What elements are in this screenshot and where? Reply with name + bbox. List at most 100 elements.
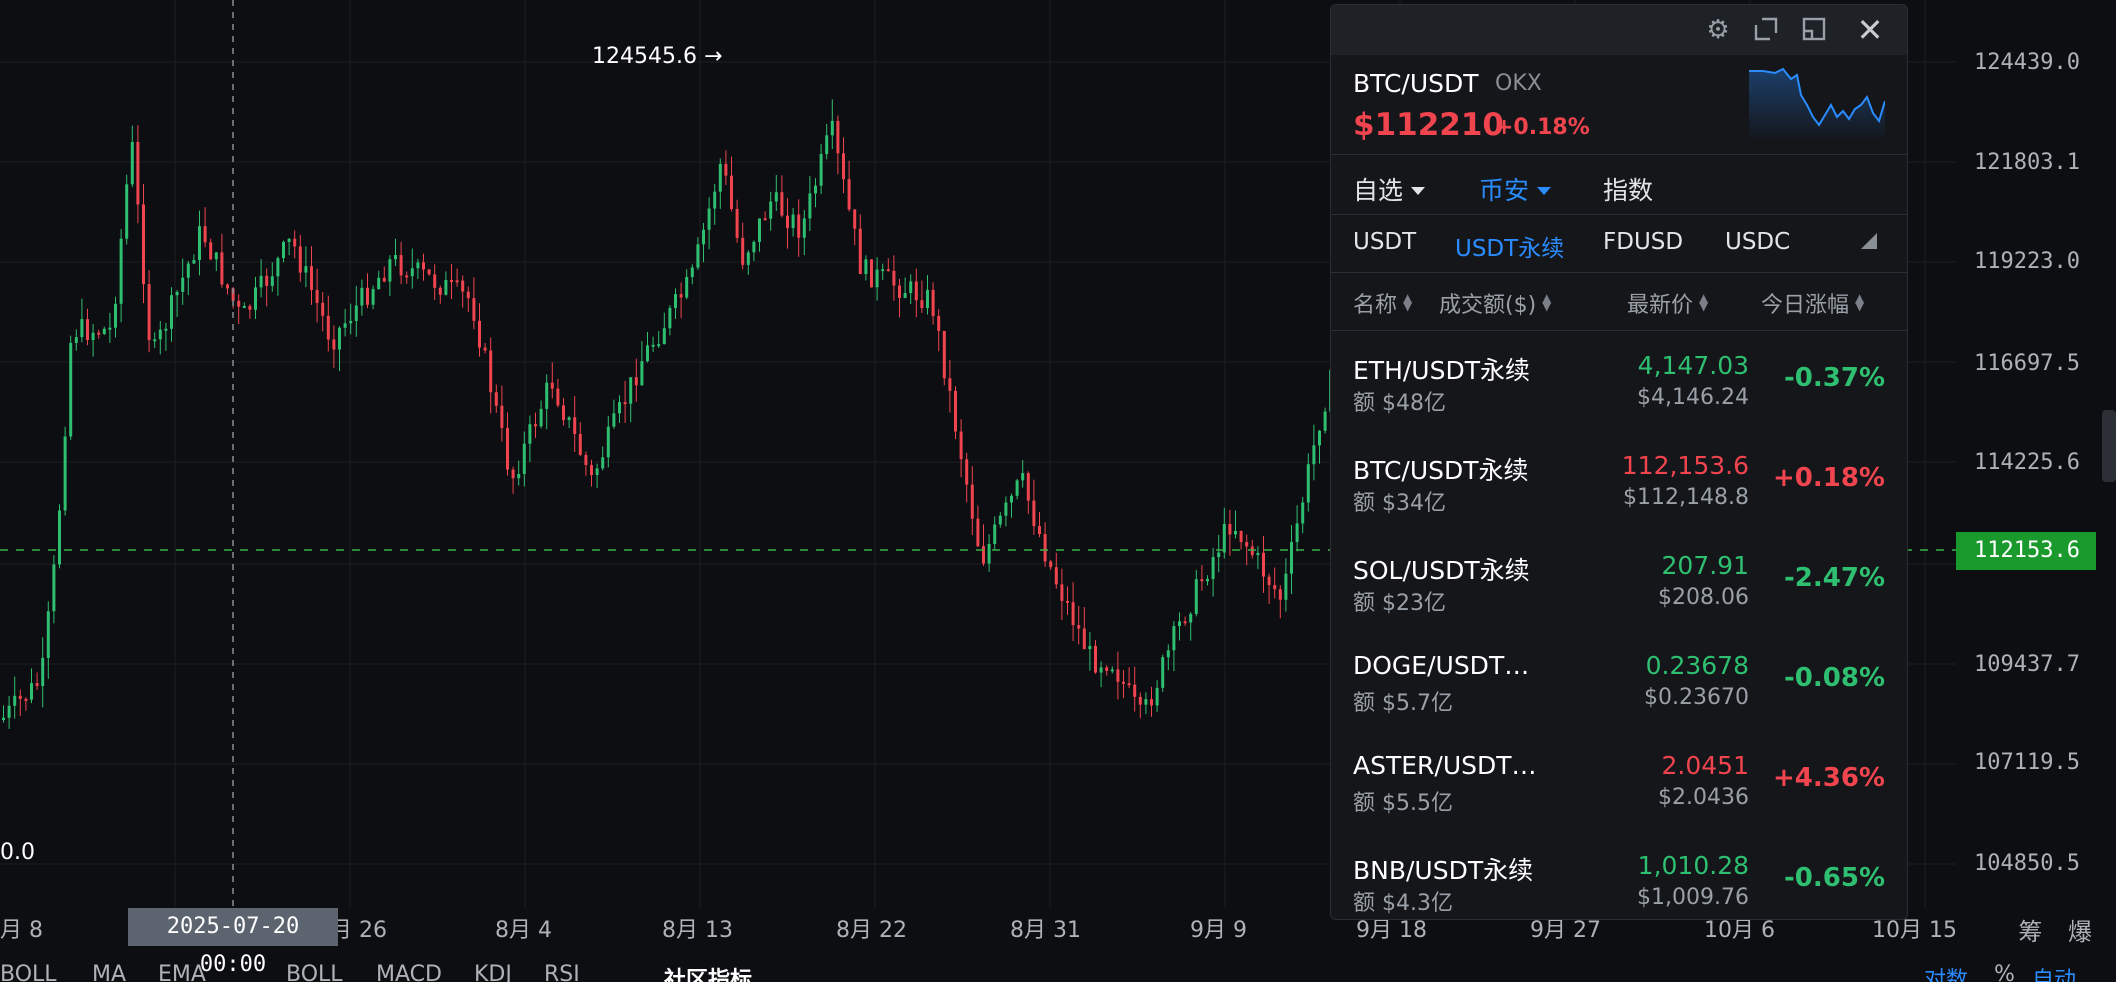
candle-body bbox=[920, 300, 924, 309]
candle-body bbox=[528, 424, 532, 444]
ticker-row[interactable]: BNB/USDT永续额 $4.3亿 1,010.28 $1,009.76 -0.65% bbox=[1331, 831, 1907, 919]
ticker-price: 2.0451 bbox=[1661, 751, 1749, 780]
indicator-macd[interactable]: MACD bbox=[376, 962, 442, 982]
log-scale-toggle[interactable]: 对数 bbox=[1924, 962, 1968, 982]
table-header: 名称 ▲ ▼ 成交额($) ▲ ▼ 最新价 ▲ ▼ 今日涨幅 ▲ ▼ bbox=[1331, 273, 1907, 331]
candle-body bbox=[478, 320, 481, 348]
liquidation-toggle[interactable]: 爆 bbox=[2068, 918, 2092, 946]
candle-body bbox=[1122, 681, 1125, 684]
candle-body bbox=[450, 280, 453, 283]
candle-body bbox=[1301, 502, 1305, 524]
col-price[interactable]: 最新价 ▲ ▼ bbox=[1627, 287, 1708, 319]
chips-toggle[interactable]: 筹 bbox=[2018, 918, 2042, 946]
price-axis-label: 107119.5 bbox=[1974, 750, 2080, 775]
candle-body bbox=[360, 287, 364, 306]
ticker-index-price: $2.0436 bbox=[1658, 785, 1749, 810]
candle-body bbox=[808, 193, 812, 219]
candle-body bbox=[892, 270, 896, 286]
ticker-name: ETH/USDT永续 bbox=[1353, 356, 1530, 385]
candle-body bbox=[842, 153, 845, 180]
candle-body bbox=[657, 344, 661, 347]
candles bbox=[2, 99, 1333, 729]
candle-body bbox=[1323, 411, 1327, 431]
market-watch-panel[interactable]: ⚙ ✕ BTC/USDT OKX $112210 +0.18% 自选 币安 指数 bbox=[1330, 4, 1908, 920]
ticker-row[interactable]: SOL/USDT永续额 $23亿 207.91 $208.06 -2.47% bbox=[1331, 531, 1907, 631]
candle-body bbox=[545, 382, 549, 409]
close-icon[interactable]: ✕ bbox=[1855, 14, 1885, 46]
candle-body bbox=[142, 204, 145, 285]
auto-scale-toggle[interactable]: 自动 bbox=[2032, 962, 2076, 982]
axis-unit-controls[interactable]: 筹 爆 bbox=[2000, 912, 2092, 947]
exchange-tabs: 自选 币安 指数 bbox=[1331, 155, 1907, 215]
candle-body bbox=[13, 695, 17, 706]
col-volume[interactable]: 成交额($) ▲ ▼ bbox=[1439, 287, 1551, 319]
candle-body bbox=[86, 319, 89, 340]
candle-body bbox=[1278, 589, 1282, 600]
more-tabs-icon[interactable] bbox=[1861, 233, 1877, 249]
time-axis-label: 月 26 bbox=[330, 918, 387, 943]
ticker-change: -0.37% bbox=[1784, 363, 1885, 393]
quote-tab-usdt-perp[interactable]: USDT永续 bbox=[1455, 229, 1564, 263]
ticker-list: ETH/USDT永续额 $48亿 4,147.03 $4,146.24 -0.37% B… bbox=[1331, 331, 1907, 919]
tab-watchlist[interactable]: 自选 bbox=[1353, 171, 1426, 207]
ticker-row[interactable]: BTC/USDT永续额 $34亿 112,153.6 $112,148.8 +0.18… bbox=[1331, 431, 1907, 531]
ticker-name: BNB/USDT永续 bbox=[1353, 856, 1534, 885]
col-name[interactable]: 名称 ▲ ▼ bbox=[1353, 287, 1412, 319]
candle-body bbox=[125, 184, 129, 239]
candle-body bbox=[326, 315, 330, 340]
tab-binance[interactable]: 币安 bbox=[1479, 171, 1552, 207]
candle-body bbox=[1004, 502, 1008, 516]
percent-scale-toggle[interactable]: % bbox=[1994, 962, 2015, 982]
ticker-summary[interactable]: BTC/USDT OKX $112210 +0.18% bbox=[1331, 55, 1907, 155]
gear-icon[interactable]: ⚙ bbox=[1703, 15, 1733, 45]
ticker-row[interactable]: DOGE/USDT… 额 $5.7亿 0.23678 $0.23670 -0.08% bbox=[1331, 631, 1907, 731]
col-change[interactable]: 今日涨幅 ▲ ▼ bbox=[1761, 287, 1864, 319]
price-axis-label: 104850.5 bbox=[1974, 851, 2080, 876]
candle-body bbox=[1026, 473, 1030, 501]
tab-index[interactable]: 指数 bbox=[1603, 171, 1653, 207]
candle-body bbox=[209, 242, 213, 260]
indicator-boll-sub[interactable]: BOLL bbox=[286, 962, 343, 982]
candle-body bbox=[763, 218, 767, 221]
quote-tab-usdc[interactable]: USDC bbox=[1725, 229, 1790, 255]
indicator-ma[interactable]: MA bbox=[92, 962, 126, 982]
candle-body bbox=[1256, 552, 1260, 556]
quote-tab-usdt[interactable]: USDT bbox=[1353, 229, 1416, 255]
candle-body bbox=[1049, 561, 1053, 568]
candle-body bbox=[1211, 557, 1215, 579]
community-indicators[interactable]: 社区指标 bbox=[664, 962, 752, 982]
price-axis-label: 124439.0 bbox=[1974, 50, 2080, 75]
popout-icon[interactable] bbox=[1751, 15, 1781, 45]
candle-body bbox=[623, 402, 627, 405]
candle-body bbox=[1217, 552, 1221, 558]
candle-body bbox=[1150, 699, 1153, 706]
candle-body bbox=[612, 413, 616, 427]
ticker-row[interactable]: ASTER/USDT… 额 $5.5亿 2.0451 $2.0436 +4.36% bbox=[1331, 731, 1907, 831]
price-axis[interactable]: 124439.0 121803.1 119223.0 116697.5 1142… bbox=[1956, 0, 2116, 908]
candle-body bbox=[886, 269, 890, 272]
candle-body bbox=[903, 292, 907, 298]
indicator-kdj[interactable]: KDJ bbox=[474, 962, 512, 982]
candle-body bbox=[433, 274, 437, 288]
indicator-boll-main[interactable]: BOLL bbox=[0, 962, 57, 982]
candle-body bbox=[489, 350, 493, 393]
candle-body bbox=[198, 226, 201, 261]
panel-titlebar[interactable]: ⚙ ✕ bbox=[1331, 5, 1907, 55]
candle-body bbox=[713, 191, 717, 209]
candle-body bbox=[427, 269, 431, 275]
candle-body bbox=[539, 408, 543, 427]
ticker-row[interactable]: ETH/USDT永续额 $48亿 4,147.03 $4,146.24 -0.37% bbox=[1331, 331, 1907, 431]
quote-tab-fdusd[interactable]: FDUSD bbox=[1603, 229, 1683, 255]
maximize-icon[interactable] bbox=[1799, 15, 1829, 45]
candle-body bbox=[1178, 621, 1181, 627]
candle-body bbox=[1166, 650, 1170, 658]
indicator-ema[interactable]: EMA bbox=[158, 962, 206, 982]
candle-body bbox=[259, 275, 263, 288]
candle-body bbox=[567, 417, 571, 421]
candle-body bbox=[718, 163, 722, 192]
candle-body bbox=[937, 316, 941, 331]
candle-body bbox=[573, 417, 577, 435]
indicator-rsi[interactable]: RSI bbox=[544, 962, 580, 982]
candle-body bbox=[1194, 579, 1198, 614]
axis-scroll-handle[interactable] bbox=[2102, 410, 2116, 482]
